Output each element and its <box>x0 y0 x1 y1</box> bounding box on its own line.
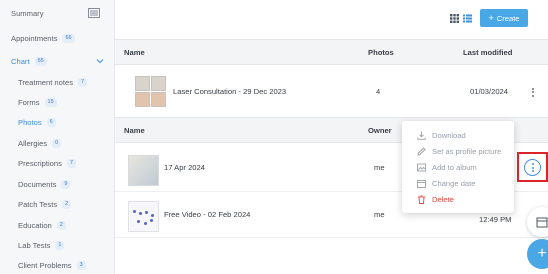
add-fab-button[interactable]: + <box>527 239 548 269</box>
album-photo-count: 4 <box>376 87 381 96</box>
sidebar-item-appointments[interactable]: Appointments 66 <box>0 29 115 47</box>
video-owner: me <box>374 210 385 219</box>
column-header-name[interactable]: Name <box>124 126 145 135</box>
album-name[interactable]: Laser Consultation - 29 Dec 2023 <box>173 87 286 96</box>
sidebar-item-client-problems[interactable]: Client Problems 3 <box>0 256 115 274</box>
download-icon <box>417 131 426 140</box>
sidebar-item-patch-tests[interactable]: Patch Tests 2 <box>0 195 115 213</box>
summary-settings-icon[interactable] <box>88 8 100 18</box>
grid-view-icon[interactable] <box>450 14 459 23</box>
menu-item-label: Add to album <box>432 162 477 172</box>
sidebar-item-prescriptions[interactable]: Prescriptions 7 <box>0 154 115 172</box>
video-thumbnail <box>128 201 159 232</box>
count-badge: 66 <box>62 33 75 43</box>
list-view-icon[interactable] <box>463 14 472 23</box>
sidebar-item-lab-tests[interactable]: Lab Tests 1 <box>0 236 115 254</box>
sidebar: Summary Appointments 66 Chart 55 Treatme… <box>0 0 115 274</box>
sidebar-item-label: Client Problems <box>18 260 72 270</box>
sidebar-item-label: Documents <box>18 179 57 189</box>
sidebar-item-label: Prescriptions <box>18 158 62 168</box>
column-header-name[interactable]: Name <box>124 48 145 57</box>
column-header-owner[interactable]: Owner <box>368 126 392 135</box>
sidebar-item-chart[interactable]: Chart 55 <box>0 52 115 70</box>
count-badge: 0 <box>52 138 62 148</box>
sidebar-item-label: Treatment notes <box>18 77 74 87</box>
menu-item-delete[interactable]: Delete <box>402 191 514 207</box>
menu-item-label: Change date <box>432 178 476 188</box>
menu-item-label: Download <box>432 130 466 140</box>
create-button-label: Create <box>496 13 520 23</box>
menu-item-label: Set as profile picture <box>432 146 502 156</box>
menu-item-download[interactable]: Download <box>402 127 514 143</box>
sidebar-item-label: Patch Tests <box>18 199 58 209</box>
count-badge: 2 <box>56 220 66 230</box>
sidebar-item-education[interactable]: Education 2 <box>0 216 115 234</box>
count-badge: 1 <box>55 240 65 250</box>
sidebar-item-label: Lab Tests <box>18 240 51 250</box>
video-date: 12:49 PM <box>479 215 512 224</box>
sidebar-item-label: Appointments <box>11 33 58 43</box>
menu-item-label: Delete <box>432 194 454 204</box>
photo-owner: me <box>374 163 385 172</box>
albums-table-header: Name Photos Last modified <box>115 39 548 65</box>
sidebar-item-label: Education <box>18 220 52 230</box>
sidebar-item-label: Allergies <box>18 138 48 148</box>
album-thumbnail <box>135 76 167 108</box>
sidebar-item-label: Summary <box>11 8 44 18</box>
video-name[interactable]: Free Video - 02 Feb 2024 <box>164 210 250 219</box>
context-menu: Download Set as profile picture Add to a… <box>402 121 514 213</box>
image-icon <box>417 163 426 171</box>
sidebar-item-label: Chart <box>11 56 30 66</box>
plus-icon: + <box>537 245 547 262</box>
count-badge: 7 <box>78 77 88 87</box>
calendar-icon <box>536 217 548 228</box>
count-badge: 3 <box>76 260 86 270</box>
more-options-icon[interactable] <box>524 159 541 176</box>
menu-item-change-date[interactable]: Change date <box>402 175 514 191</box>
column-header-last-modified[interactable]: Last modified <box>463 48 512 57</box>
album-row[interactable]: Laser Consultation - 29 Dec 2023 4 01/03… <box>115 65 548 118</box>
album-last-modified: 01/03/2024 <box>470 87 509 96</box>
sidebar-item-allergies[interactable]: Allergies 0 <box>0 134 115 152</box>
photo-thumbnail <box>128 155 159 186</box>
menu-item-set-profile-picture[interactable]: Set as profile picture <box>402 143 514 159</box>
photo-name[interactable]: 17 Apr 2024 <box>164 163 205 172</box>
count-badge: 55 <box>34 56 47 66</box>
sidebar-item-forms[interactable]: Forms 15 <box>0 93 115 111</box>
calendar-icon <box>417 179 426 188</box>
count-badge: 2 <box>62 199 72 209</box>
sidebar-item-treatment-notes[interactable]: Treatment notes 7 <box>0 73 115 91</box>
column-header-photos[interactable]: Photos <box>368 48 394 57</box>
create-button[interactable]: + Create <box>480 9 528 27</box>
plus-icon: + <box>488 12 494 23</box>
edit-icon <box>417 146 426 156</box>
trash-icon <box>418 194 425 204</box>
count-badge: 7 <box>66 158 76 168</box>
sidebar-item-documents[interactable]: Documents 9 <box>0 175 115 193</box>
more-options-icon[interactable] <box>526 85 540 99</box>
sidebar-item-photos[interactable]: Photos 6 <box>0 113 115 131</box>
count-badge: 9 <box>61 179 71 189</box>
sidebar-item-label: Photos <box>18 117 42 127</box>
menu-item-add-to-album[interactable]: Add to album <box>402 159 514 175</box>
count-badge: 15 <box>44 97 57 107</box>
sidebar-item-label: Forms <box>18 97 40 107</box>
count-badge: 6 <box>46 117 56 127</box>
chevron-down-icon[interactable] <box>96 57 104 65</box>
